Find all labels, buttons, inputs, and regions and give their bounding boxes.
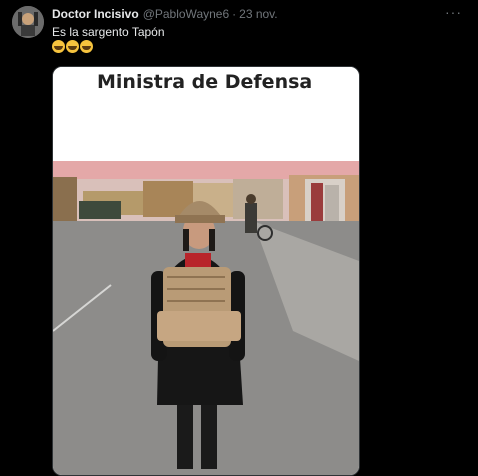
display-name[interactable]: Doctor Incisivo bbox=[52, 7, 139, 21]
avatar-image bbox=[12, 6, 44, 38]
meme-photo bbox=[53, 161, 359, 475]
emoji-row bbox=[52, 40, 93, 53]
tweet-text: Es la sargento Tapón bbox=[52, 25, 165, 39]
meme-caption: Ministra de Defensa bbox=[53, 67, 359, 161]
rolling-on-floor-laughing-icon bbox=[66, 40, 79, 53]
tweet-date[interactable]: 23 nov. bbox=[239, 7, 277, 21]
tweet-header: Doctor Incisivo @PabloWayne6 · 23 nov. bbox=[52, 7, 278, 21]
separator: · bbox=[232, 7, 237, 21]
more-options-button[interactable]: ··· bbox=[445, 4, 462, 20]
tweet-media[interactable]: Ministra de Defensa bbox=[52, 66, 360, 476]
meme-title: Ministra de Defensa bbox=[97, 71, 313, 93]
user-handle[interactable]: @PabloWayne6 bbox=[143, 7, 229, 21]
avatar[interactable] bbox=[12, 6, 44, 38]
rolling-on-floor-laughing-icon bbox=[80, 40, 93, 53]
rolling-on-floor-laughing-icon bbox=[52, 40, 65, 53]
